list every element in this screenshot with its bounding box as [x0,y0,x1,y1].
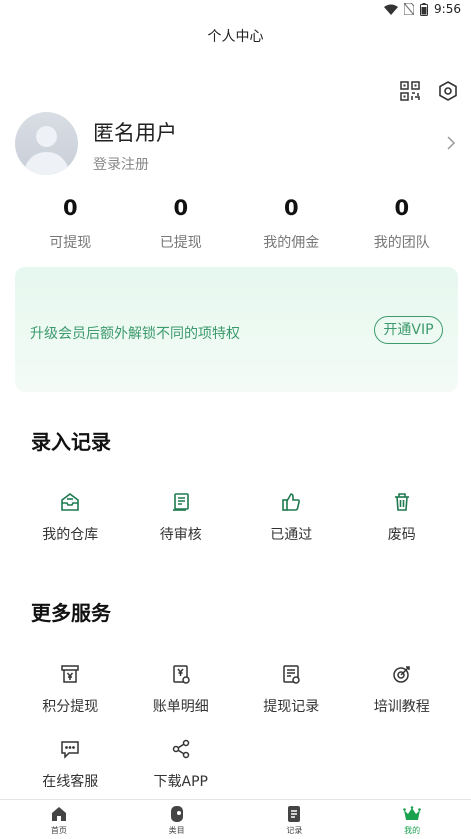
services-grid: 积分提现 账单明细 提现记录 培训教程 在线客服 下载APP [15,663,457,813]
tab-mine[interactable]: 我的 [353,800,471,839]
grid-item-training[interactable]: 培训教程 [347,663,458,716]
stat-withdrawn[interactable]: 0 已提现 [126,194,237,252]
grid-item-label: 下载APP [153,774,208,790]
grid-item-download-app[interactable]: 下载APP [126,738,237,791]
pending-review-icon [170,491,192,513]
grid-item-pending-review[interactable]: 待审核 [126,491,237,544]
grid-item-label: 在线客服 [42,774,99,790]
grid-item-label: 废码 [387,527,416,543]
vip-banner-text: 升级会员后额外解锁不同的项特权 [30,326,240,342]
stats-row: 0 可提现 0 已提现 0 我的佣金 0 我的团队 [15,194,457,252]
share-icon [170,738,192,760]
stat-value: 0 [394,196,410,220]
grid-item-warehouse[interactable]: 我的仓库 [15,491,126,544]
tab-label: 类目 [168,826,185,835]
grid-item-points-withdraw[interactable]: 积分提现 [15,663,126,716]
grid-item-approved[interactable]: 已通过 [236,491,347,544]
stat-commission[interactable]: 0 我的佣金 [236,194,347,252]
stat-label: 我的佣金 [263,235,320,251]
tab-label: 记录 [286,826,303,835]
bill-detail-icon [170,663,192,685]
bottom-tab-bar: 首页 类目 记录 我的 [0,799,471,839]
tab-record[interactable]: 记录 [236,800,354,839]
category-icon [168,805,186,823]
grid-item-bill-detail[interactable]: 账单明细 [126,663,237,716]
chevron-right-icon[interactable] [444,135,458,151]
warehouse-icon [59,491,81,513]
grid-item-void-code[interactable]: 废码 [347,491,458,544]
grid-item-label: 账单明细 [152,699,209,715]
records-grid: 我的仓库 待审核 已通过 废码 [15,491,457,566]
stat-value: 0 [283,196,299,220]
services-section-title: 更多服务 [31,601,111,625]
header-tools [399,80,459,102]
qr-code-icon[interactable] [399,80,421,102]
battery-icon [420,2,429,16]
points-withdraw-icon [59,663,81,685]
stat-withdrawable[interactable]: 0 可提现 [15,194,126,252]
profile-card[interactable]: 匿名用户 登录注册 [15,112,460,176]
settings-icon[interactable] [437,80,459,102]
page-title: 个人中心 [207,29,264,45]
stat-label: 可提现 [49,235,92,251]
grid-item-withdraw-record[interactable]: 提现记录 [236,663,347,716]
tab-home[interactable]: 首页 [0,800,118,839]
grid-item-label: 我的仓库 [42,527,99,543]
open-vip-button[interactable]: 开通VIP [374,316,443,344]
crown-icon [403,805,421,823]
grid-item-label: 提现记录 [263,699,320,715]
avatar[interactable] [15,112,78,175]
home-icon [50,805,68,823]
tab-category[interactable]: 类目 [118,800,236,839]
login-register-link[interactable]: 登录注册 [93,154,149,174]
target-icon [391,663,413,685]
username: 匿名用户 [93,121,177,145]
tab-label: 我的 [404,826,421,835]
vip-banner[interactable]: 升级会员后额外解锁不同的项特权 开通VIP [15,267,458,392]
grid-item-label: 积分提现 [42,699,99,715]
withdraw-record-icon [280,663,302,685]
grid-item-label: 待审核 [159,527,202,543]
stat-value: 0 [173,196,189,220]
trash-icon [391,491,413,513]
stat-label: 我的团队 [373,235,430,251]
status-bar: 9:56 [0,0,471,20]
thumbs-up-icon [280,491,302,513]
grid-item-customer-service[interactable]: 在线客服 [15,738,126,791]
stat-team[interactable]: 0 我的团队 [347,194,458,252]
stat-label: 已提现 [159,235,202,251]
grid-item-label: 培训教程 [373,699,430,715]
records-section-title: 录入记录 [31,430,111,454]
no-sim-icon [404,3,415,15]
chat-icon [59,738,81,760]
grid-item-label: 已通过 [270,527,313,543]
tab-label: 首页 [50,826,67,835]
wifi-icon [384,4,399,15]
status-time: 9:56 [434,2,461,16]
record-icon [285,805,303,823]
stat-value: 0 [62,196,78,220]
